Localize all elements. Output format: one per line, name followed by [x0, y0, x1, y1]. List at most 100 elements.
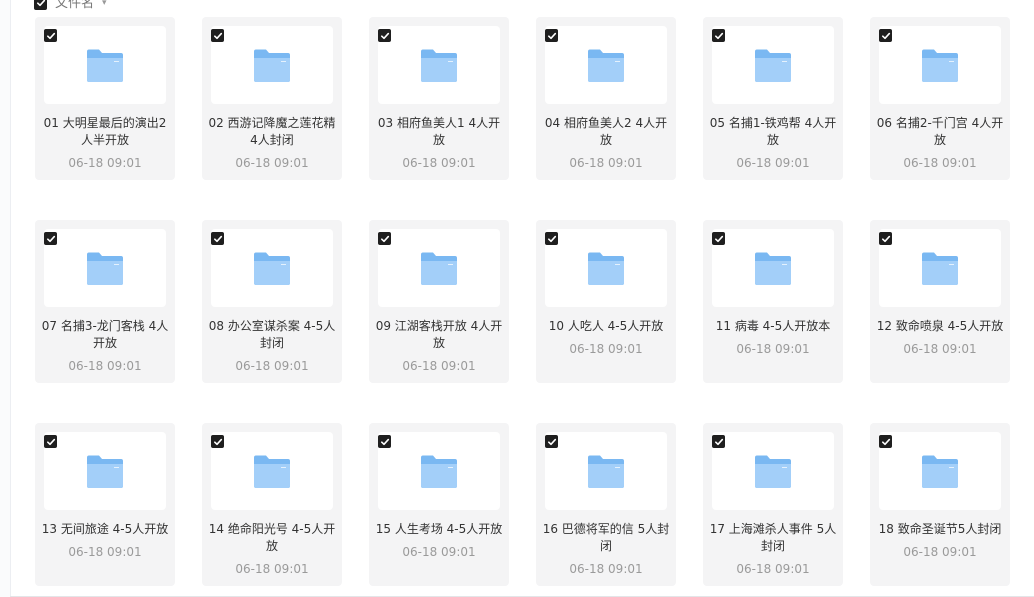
folder-card[interactable]: 04 相府鱼美人2 4人开放 06-18 09:01 [536, 17, 676, 180]
folder-card[interactable]: 05 名捕1-铁鸡帮 4人开放 06-18 09:01 [703, 17, 843, 180]
folder-thumbnail[interactable] [378, 432, 500, 510]
folder-card[interactable]: 13 无间旅途 4-5人开放 06-18 09:01 [35, 423, 175, 586]
file-info: 04 相府鱼美人2 4人开放 06-18 09:01 [542, 115, 670, 170]
folder-icon [588, 252, 624, 285]
checkmark-icon [213, 235, 222, 242]
file-name[interactable]: 11 病毒 4-5人开放本 [709, 318, 837, 335]
checkmark-icon [380, 32, 389, 39]
folder-thumbnail[interactable] [211, 229, 333, 307]
folder-thumbnail[interactable] [545, 26, 667, 104]
checkmark-icon [213, 32, 222, 39]
folder-thumbnail[interactable] [879, 26, 1001, 104]
folder-thumbnail[interactable] [712, 26, 834, 104]
file-date: 06-18 09:01 [68, 359, 142, 373]
file-name[interactable]: 16 巴德将军的信 5人封闭 [542, 521, 670, 555]
select-checkbox[interactable] [545, 29, 558, 42]
sort-caret-icon[interactable]: ▾ [102, 0, 107, 8]
folder-card[interactable]: 03 相府鱼美人1 4人开放 06-18 09:01 [369, 17, 509, 180]
file-date: 06-18 09:01 [736, 342, 810, 356]
folder-card[interactable]: 16 巴德将军的信 5人封闭 06-18 09:01 [536, 423, 676, 586]
select-checkbox[interactable] [712, 435, 725, 448]
folder-card[interactable]: 12 致命喷泉 4-5人开放 06-18 09:01 [870, 220, 1010, 383]
select-checkbox[interactable] [712, 232, 725, 245]
file-name[interactable]: 18 致命圣诞节5人封闭 [876, 521, 1004, 538]
select-checkbox[interactable] [879, 435, 892, 448]
folder-thumbnail[interactable] [44, 26, 166, 104]
file-name[interactable]: 03 相府鱼美人1 4人开放 [375, 115, 503, 149]
folder-thumbnail[interactable] [378, 26, 500, 104]
select-checkbox[interactable] [211, 435, 224, 448]
file-name[interactable]: 06 名捕2-千门宫 4人开放 [876, 115, 1004, 149]
file-name[interactable]: 13 无间旅途 4-5人开放 [41, 521, 169, 538]
filename-column-header[interactable]: 文件名 [55, 0, 94, 10]
file-date: 06-18 09:01 [903, 342, 977, 356]
select-checkbox[interactable] [879, 29, 892, 42]
folder-card[interactable]: 01 大明星最后的演出2人半开放 06-18 09:01 [35, 17, 175, 180]
checkmark-icon [547, 438, 556, 445]
folder-thumbnail[interactable] [378, 229, 500, 307]
folder-card[interactable]: 11 病毒 4-5人开放本 06-18 09:01 [703, 220, 843, 383]
select-checkbox[interactable] [545, 232, 558, 245]
file-name[interactable]: 12 致命喷泉 4-5人开放 [876, 318, 1004, 335]
checkmark-icon [881, 438, 890, 445]
folder-card[interactable]: 06 名捕2-千门宫 4人开放 06-18 09:01 [870, 17, 1010, 180]
folder-thumbnail[interactable] [545, 229, 667, 307]
folder-thumbnail[interactable] [44, 229, 166, 307]
folder-thumbnail[interactable] [211, 432, 333, 510]
file-info: 17 上海滩杀人事件 5人封闭 06-18 09:01 [709, 521, 837, 576]
folder-thumbnail[interactable] [545, 432, 667, 510]
select-checkbox[interactable] [44, 232, 57, 245]
file-name[interactable]: 09 江湖客栈开放 4人开放 [375, 318, 503, 352]
select-checkbox[interactable] [211, 232, 224, 245]
file-date: 06-18 09:01 [68, 545, 142, 559]
folder-icon [87, 252, 123, 285]
file-name[interactable]: 10 人吃人 4-5人开放 [542, 318, 670, 335]
select-checkbox[interactable] [879, 232, 892, 245]
file-date: 06-18 09:01 [235, 562, 309, 576]
file-name[interactable]: 17 上海滩杀人事件 5人封闭 [709, 521, 837, 555]
select-checkbox[interactable] [712, 29, 725, 42]
file-name[interactable]: 07 名捕3-龙门客栈 4人开放 [41, 318, 169, 352]
file-info: 02 西游记降魔之莲花精 4人封闭 06-18 09:01 [208, 115, 336, 170]
file-name[interactable]: 01 大明星最后的演出2人半开放 [41, 115, 169, 149]
file-name[interactable]: 15 人生考场 4-5人开放 [375, 521, 503, 538]
folder-thumbnail[interactable] [879, 229, 1001, 307]
file-date: 06-18 09:01 [402, 545, 476, 559]
folder-thumbnail[interactable] [712, 432, 834, 510]
file-name[interactable]: 08 办公室谋杀案 4-5人封闭 [208, 318, 336, 352]
folder-thumbnail[interactable] [44, 432, 166, 510]
select-checkbox[interactable] [44, 435, 57, 448]
folder-card[interactable]: 18 致命圣诞节5人封闭 06-18 09:01 [870, 423, 1010, 586]
folder-thumbnail[interactable] [879, 432, 1001, 510]
folder-thumbnail[interactable] [211, 26, 333, 104]
file-name[interactable]: 04 相府鱼美人2 4人开放 [542, 115, 670, 149]
folder-card[interactable]: 09 江湖客栈开放 4人开放 06-18 09:01 [369, 220, 509, 383]
select-checkbox[interactable] [545, 435, 558, 448]
left-sidebar-edge [0, 0, 11, 597]
file-info: 06 名捕2-千门宫 4人开放 06-18 09:01 [876, 115, 1004, 170]
folder-card[interactable]: 17 上海滩杀人事件 5人封闭 06-18 09:01 [703, 423, 843, 586]
file-info: 11 病毒 4-5人开放本 06-18 09:01 [709, 318, 837, 356]
folder-icon [421, 455, 457, 488]
checkmark-icon [714, 235, 723, 242]
select-checkbox[interactable] [211, 29, 224, 42]
file-name[interactable]: 14 绝命阳光号 4-5人开放 [208, 521, 336, 555]
folder-card[interactable]: 10 人吃人 4-5人开放 06-18 09:01 [536, 220, 676, 383]
folder-card[interactable]: 07 名捕3-龙门客栈 4人开放 06-18 09:01 [35, 220, 175, 383]
folder-card[interactable]: 08 办公室谋杀案 4-5人封闭 06-18 09:01 [202, 220, 342, 383]
folder-thumbnail[interactable] [712, 229, 834, 307]
file-grid: 01 大明星最后的演出2人半开放 06-18 09:01 02 西游记降魔之莲花精 … [35, 17, 1020, 586]
file-name[interactable]: 05 名捕1-铁鸡帮 4人开放 [709, 115, 837, 149]
select-all-checkbox[interactable] [34, 0, 47, 10]
select-checkbox[interactable] [378, 435, 391, 448]
select-checkbox[interactable] [44, 29, 57, 42]
file-name[interactable]: 02 西游记降魔之莲花精 4人封闭 [208, 115, 336, 149]
folder-card[interactable]: 14 绝命阳光号 4-5人开放 06-18 09:01 [202, 423, 342, 586]
select-checkbox[interactable] [378, 232, 391, 245]
select-checkbox[interactable] [378, 29, 391, 42]
file-info: 03 相府鱼美人1 4人开放 06-18 09:01 [375, 115, 503, 170]
folder-card[interactable]: 15 人生考场 4-5人开放 06-18 09:01 [369, 423, 509, 586]
file-info: 14 绝命阳光号 4-5人开放 06-18 09:01 [208, 521, 336, 576]
folder-icon [922, 455, 958, 488]
folder-card[interactable]: 02 西游记降魔之莲花精 4人封闭 06-18 09:01 [202, 17, 342, 180]
